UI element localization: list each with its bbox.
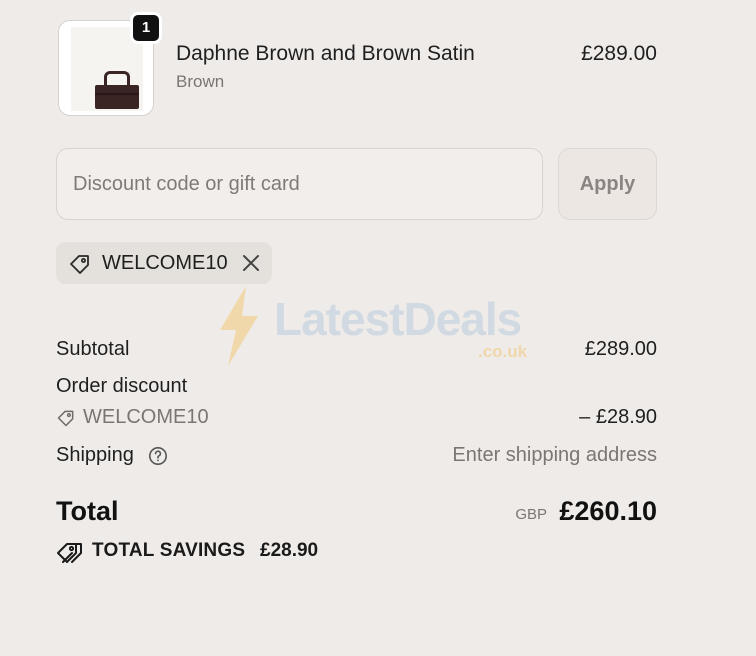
tag-icon [70,255,89,274]
order-discount-label: Order discount [56,375,188,397]
quantity-badge: 1 [130,12,162,44]
total-label: Total [56,496,119,526]
total-value: £260.10 [559,496,657,526]
subtotal-value: £289.00 [584,338,657,360]
order-summary: 1 Daphne Brown and Brown Satin Brown £28… [56,0,657,656]
latestdeals-watermark: LatestDeals .co.uk [216,286,546,366]
product-name: Daphne Brown and Brown Satin [176,42,475,65]
remove-code-icon[interactable] [240,252,262,274]
order-discount-value: – £28.90 [579,406,657,428]
total-savings-value: £28.90 [260,540,319,561]
lightning-bolt-icon [220,286,258,366]
apply-button[interactable]: Apply [558,148,657,220]
watermark-text: LatestDeals [274,293,522,345]
shipping-label-text: Shipping [56,444,134,466]
applied-discount-chip: WELCOME10 [56,242,272,284]
product-variant: Brown [176,72,225,91]
subtotal-label: Subtotal [56,338,130,360]
savings-tag-icon [57,543,82,563]
line-item: 1 Daphne Brown and Brown Satin Brown £28… [56,12,657,118]
watermark-subtext: .co.uk [478,342,528,361]
applied-code-label: WELCOME10 [102,252,228,274]
order-discount-code: WELCOME10 [83,406,209,428]
tag-icon [57,410,74,427]
total-currency: GBP [515,506,547,523]
shipping-value: Enter shipping address [452,444,657,466]
product-price: £289.00 [581,42,657,65]
shipping-label: Shipping [56,444,167,467]
help-icon[interactable] [148,446,168,466]
total-savings-label: TOTAL SAVINGS [92,540,246,561]
discount-code-input[interactable] [56,148,543,220]
